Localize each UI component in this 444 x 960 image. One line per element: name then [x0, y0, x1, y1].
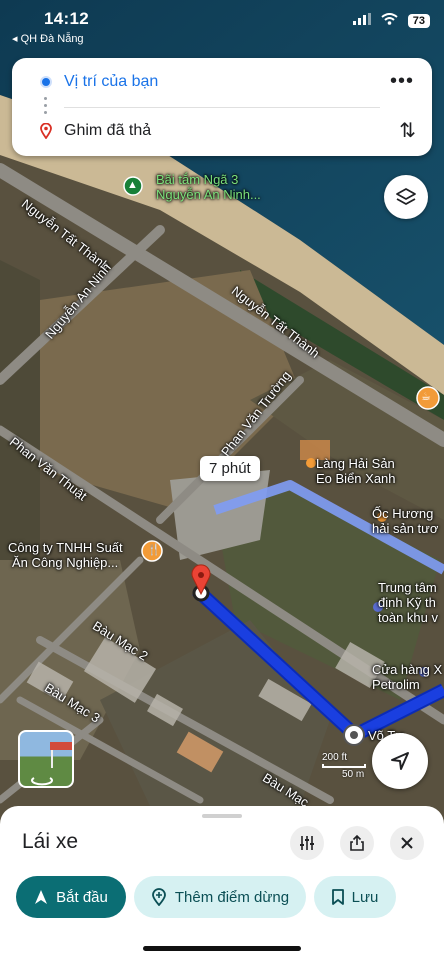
navigation-arrow-icon	[391, 752, 409, 770]
poi-label-lang-hai-san[interactable]: Làng Hải Sản Eo Biển Xanh	[316, 456, 396, 486]
eta-callout[interactable]: 7 phút	[200, 456, 260, 481]
route-options-button[interactable]	[290, 826, 324, 860]
poi-label-cua-hang[interactable]: Cửa hàng X Petrolim	[372, 662, 442, 692]
close-icon	[401, 837, 413, 849]
directions-bottom-sheet: Lái xe Bắt đầu Thêm điểm dừng Lưu	[0, 806, 444, 960]
street-view-icon	[31, 742, 72, 786]
recenter-navigation-button[interactable]	[372, 733, 428, 789]
destination-pin-icon	[40, 122, 52, 144]
navigation-start-icon	[35, 890, 48, 904]
add-stop-label: Thêm điểm dừng	[174, 888, 290, 906]
street-view-thumbnail[interactable]	[18, 730, 74, 788]
signal-icon	[352, 12, 371, 30]
sliders-icon	[300, 836, 314, 850]
start-button-label: Bắt đầu	[56, 888, 108, 906]
route-dots-icon	[44, 97, 48, 118]
beach-poi-label[interactable]: Bãi tắm Ngã 3 Nguyễn An Ninh...	[156, 172, 261, 202]
home-indicator[interactable]	[143, 946, 301, 951]
status-bar: 14:12 ◂ QH Đà Nẵng 73	[0, 0, 444, 46]
share-icon	[350, 834, 364, 851]
destination-field[interactable]: Ghim đã thả	[64, 122, 151, 140]
origin-field[interactable]: Vị trí của bạn	[64, 73, 158, 91]
share-button[interactable]	[340, 826, 374, 860]
poi-label-oc-huong[interactable]: Ốc Hương hải sản tươ	[372, 506, 438, 536]
save-label: Lưu	[351, 888, 379, 906]
back-to-app-link[interactable]: ◂ QH Đà Nẵng	[12, 32, 84, 45]
layers-button[interactable]	[384, 175, 428, 219]
more-options-icon[interactable]: •••	[390, 70, 414, 93]
poi-label-trung-tam[interactable]: Trung tâm định Kỹ th toàn khu v	[378, 580, 438, 625]
battery-indicator: 73	[407, 14, 430, 28]
cafe-poi-icon[interactable]: ☕	[421, 390, 431, 403]
add-stop-button[interactable]: Thêm điểm dừng	[134, 876, 306, 918]
divider	[64, 107, 380, 108]
origin-dot-icon	[40, 76, 52, 88]
poi-label-cong-ty[interactable]: Công ty TNHH Suất Ăn Công Nghiệp...	[8, 540, 123, 570]
travel-mode-title: Lái xe	[22, 830, 79, 853]
save-button[interactable]: Lưu	[314, 876, 396, 918]
map-scale: 200 ft 50 m	[322, 752, 366, 780]
layers-icon	[396, 188, 416, 205]
swap-directions-icon[interactable]: ⇅	[399, 118, 416, 143]
start-navigation-button[interactable]: Bắt đầu	[16, 876, 126, 918]
restaurant-poi-icon[interactable]: 🍴	[147, 543, 161, 556]
route-card: Vị trí của bạn Ghim đã thả ••• ⇅	[12, 58, 432, 156]
bookmark-icon	[331, 889, 344, 905]
add-stop-pin-icon	[151, 888, 166, 906]
status-time: 14:12	[44, 9, 89, 28]
close-button[interactable]	[390, 826, 424, 860]
sheet-drag-handle[interactable]	[202, 814, 242, 818]
wifi-icon	[381, 12, 398, 30]
beach-poi-icon[interactable]: ▲	[127, 179, 138, 191]
